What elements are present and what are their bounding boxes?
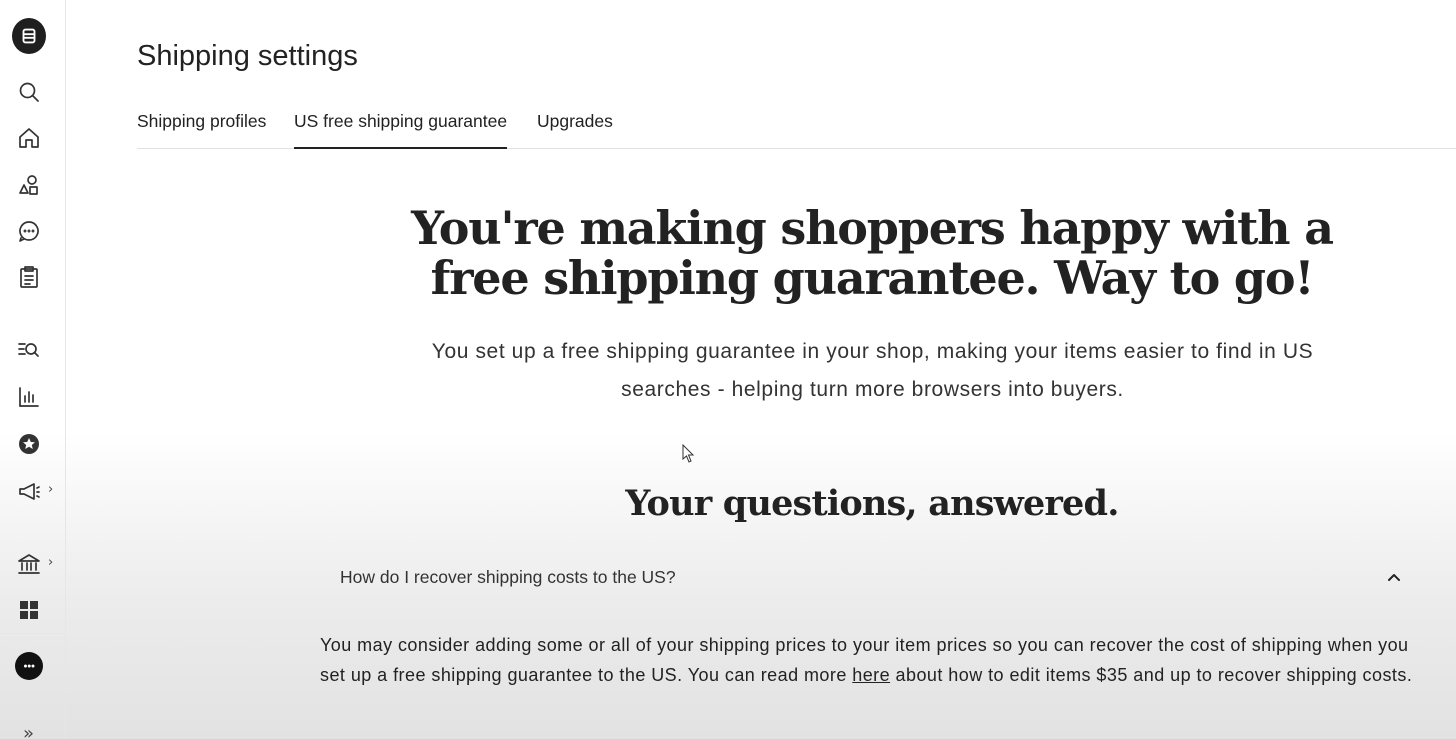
grid-icon[interactable] bbox=[12, 593, 46, 627]
faq-answer-here-link[interactable]: here bbox=[852, 665, 890, 685]
faq-answer-text-end: about how to edit items $35 and up to re… bbox=[890, 665, 1413, 685]
faq-question-toggle[interactable]: How do I recover shipping costs to the U… bbox=[320, 560, 1410, 594]
tab-upgrades[interactable]: Upgrades bbox=[537, 111, 613, 147]
home-icon[interactable] bbox=[12, 121, 46, 155]
tab-us-free-shipping-guarantee[interactable]: US free shipping guarantee bbox=[294, 111, 508, 149]
megaphone-chevron-icon[interactable]: › bbox=[48, 482, 53, 497]
megaphone-icon[interactable] bbox=[12, 474, 46, 508]
account-avatar[interactable]: ●●● bbox=[12, 649, 46, 683]
faq-answer: You may consider adding some or all of y… bbox=[320, 630, 1430, 690]
bank-icon[interactable] bbox=[12, 547, 46, 581]
sidebar-divider bbox=[0, 633, 66, 634]
messages-icon[interactable] bbox=[12, 214, 46, 248]
hero-title: You're making shoppers happy with a free… bbox=[411, 201, 1334, 305]
page-title: Shipping settings bbox=[137, 40, 358, 72]
sidebar: › › ●●● » bbox=[0, 0, 66, 739]
shop-logo[interactable] bbox=[12, 18, 46, 54]
search-icon[interactable] bbox=[12, 75, 46, 109]
sidebar-divider-bottom bbox=[0, 702, 66, 703]
bank-chevron-icon[interactable]: › bbox=[48, 555, 53, 570]
tabs-bar: Shipping profiles US free shipping guara… bbox=[137, 100, 1456, 149]
shop-logo-icon bbox=[12, 18, 46, 54]
expand-sidebar-icon[interactable]: » bbox=[23, 723, 34, 739]
hero-subtitle: You set up a free shipping guarantee in … bbox=[431, 340, 1314, 401]
shapes-icon[interactable] bbox=[12, 168, 46, 202]
stats-bar-icon[interactable] bbox=[12, 380, 46, 414]
chevron-up-icon[interactable] bbox=[1386, 569, 1402, 585]
faq-title: Your questions, answered. bbox=[625, 483, 1119, 524]
star-badge-icon[interactable] bbox=[12, 427, 46, 461]
faq-question-text: How do I recover shipping costs to the U… bbox=[340, 567, 676, 587]
orders-clipboard-icon[interactable] bbox=[12, 260, 46, 294]
tab-shipping-profiles[interactable]: Shipping profiles bbox=[137, 111, 266, 147]
mouse-cursor-icon bbox=[682, 444, 695, 463]
search-stats-icon[interactable] bbox=[12, 333, 46, 367]
avatar-icon: ●●● bbox=[15, 652, 43, 680]
